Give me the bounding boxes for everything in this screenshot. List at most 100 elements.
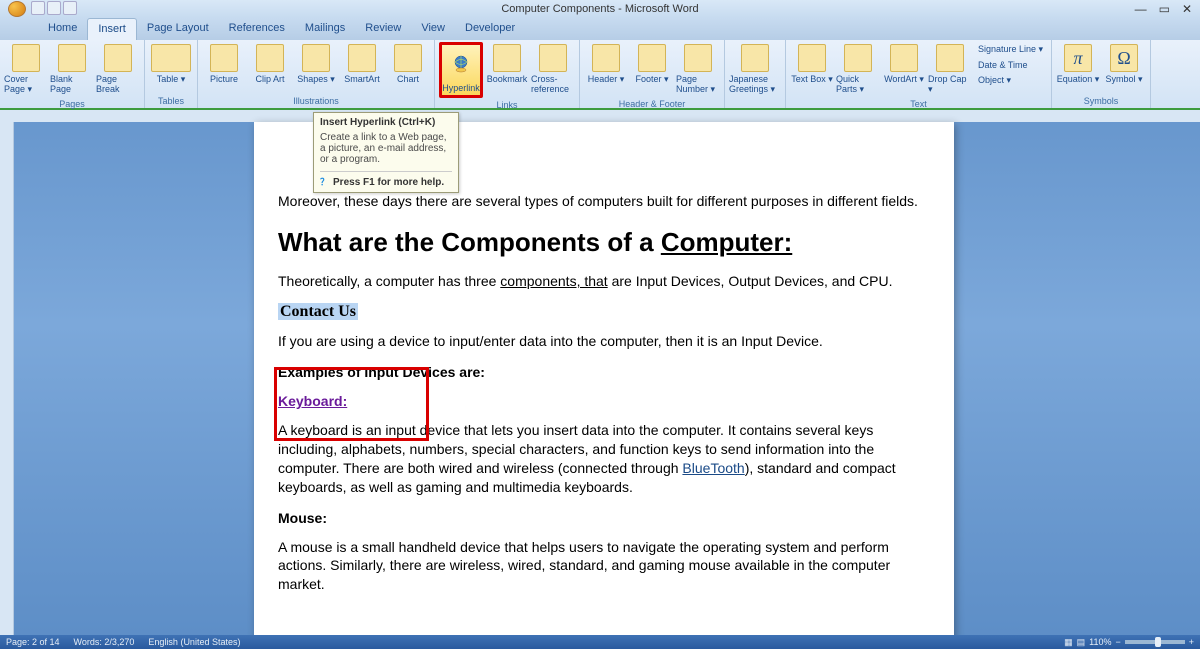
tab-review[interactable]: Review	[355, 18, 411, 40]
zoom-slider[interactable]	[1125, 640, 1185, 644]
shapes-button[interactable]: Shapes ▾	[294, 42, 338, 87]
page-number-icon	[684, 44, 712, 72]
group-header-footer: Header ▾ Footer ▾ Page Number ▾ Header &…	[580, 40, 725, 108]
vertical-ruler[interactable]	[0, 122, 14, 635]
equation-button[interactable]: πEquation ▾	[1056, 42, 1100, 87]
bookmark-button[interactable]: Bookmark	[485, 42, 529, 86]
omega-icon: Ω	[1110, 44, 1138, 72]
group-pages: Cover Page ▾ Blank Page Page Break Pages	[0, 40, 145, 108]
chart-button[interactable]: Chart	[386, 42, 430, 86]
group-symbols-label: Symbols	[1084, 94, 1119, 108]
view-web-icon[interactable]: ▤	[1077, 637, 1086, 648]
pi-icon: π	[1064, 44, 1092, 72]
group-illustrations-label: Illustrations	[293, 94, 339, 108]
tab-page-layout[interactable]: Page Layout	[137, 18, 219, 40]
crossref-label: Cross-reference	[531, 74, 575, 94]
table-button[interactable]: Table ▾	[149, 42, 193, 87]
footer-icon	[638, 44, 666, 72]
view-print-layout-icon[interactable]: ▦	[1064, 637, 1073, 648]
status-zoom[interactable]: 110%	[1089, 637, 1111, 647]
textbox-label: Text Box ▾	[791, 74, 833, 85]
para-keyboard: A keyboard is an input device that lets …	[278, 421, 930, 497]
selected-text-contact-us[interactable]: Contact Us	[278, 303, 358, 320]
horizontal-ruler[interactable]	[0, 110, 1200, 122]
blank-page-label: Blank Page	[50, 74, 94, 94]
tab-home[interactable]: Home	[38, 18, 87, 40]
textbox-button[interactable]: Text Box ▾	[790, 42, 834, 87]
quickparts-icon	[844, 44, 872, 72]
ribbon-tabs: Home Insert Page Layout References Maili…	[0, 18, 1200, 40]
minimize-button[interactable]: —	[1135, 2, 1147, 16]
symbol-button[interactable]: Ω Symbol ▾	[1102, 42, 1146, 87]
group-symbols: πEquation ▾ Ω Symbol ▾ Symbols	[1052, 40, 1151, 108]
tab-view[interactable]: View	[411, 18, 455, 40]
close-button[interactable]: ✕	[1182, 2, 1192, 16]
crossref-button[interactable]: Cross-reference	[531, 42, 575, 96]
page-break-label: Page Break	[96, 74, 140, 94]
greetings-button[interactable]: Japanese Greetings ▾	[729, 42, 781, 97]
group-text: Text Box ▾ Quick Parts ▾ WordArt ▾ Drop …	[786, 40, 1052, 108]
date-time-button[interactable]: Date & Time	[974, 58, 1047, 72]
clipart-button[interactable]: Clip Art	[248, 42, 292, 86]
group-tables: Table ▾ Tables	[145, 40, 198, 108]
tooltip-insert-hyperlink: Insert Hyperlink (Ctrl+K) Create a link …	[313, 112, 459, 193]
document-page[interactable]: Moreover, these days there are several t…	[254, 122, 954, 642]
chart-label: Chart	[397, 74, 419, 84]
tab-references[interactable]: References	[219, 18, 295, 40]
table-label: Table ▾	[157, 74, 186, 85]
tab-insert[interactable]: Insert	[87, 18, 137, 40]
signature-line-button[interactable]: Signature Line ▾	[974, 42, 1047, 57]
blank-page-button[interactable]: Blank Page	[50, 42, 94, 96]
quickparts-button[interactable]: Quick Parts ▾	[836, 42, 880, 97]
globe-chain-icon	[444, 47, 478, 81]
smartart-button[interactable]: SmartArt	[340, 42, 384, 86]
link-bluetooth[interactable]: BlueTooth	[682, 460, 744, 476]
status-lang[interactable]: English (United States)	[148, 637, 240, 647]
wordart-label: WordArt ▾	[884, 74, 924, 85]
greetings-icon	[741, 44, 769, 72]
group-tables-label: Tables	[158, 94, 184, 108]
chart-icon	[394, 44, 422, 72]
link-keyboard[interactable]: Keyboard:	[278, 393, 347, 409]
shapes-icon	[302, 44, 330, 72]
crossref-icon	[539, 44, 567, 72]
symbol-label: Symbol ▾	[1106, 74, 1143, 85]
qat-redo-icon[interactable]	[63, 1, 77, 15]
office-button[interactable]	[8, 1, 26, 17]
zoom-out-button[interactable]: −	[1115, 637, 1120, 647]
heading-examples: Examples of Input Devices are:	[278, 363, 930, 382]
cover-page-button[interactable]: Cover Page ▾	[4, 42, 48, 97]
picture-label: Picture	[210, 74, 238, 84]
header-button[interactable]: Header ▾	[584, 42, 628, 87]
shapes-label: Shapes ▾	[297, 74, 335, 85]
page-break-button[interactable]: Page Break	[96, 42, 140, 96]
smartart-label: SmartArt	[344, 74, 380, 84]
status-page[interactable]: Page: 2 of 14	[6, 637, 60, 647]
zoom-in-button[interactable]: +	[1189, 637, 1194, 647]
para-theoretical: Theoretically, a computer has three comp…	[278, 272, 930, 291]
tab-developer[interactable]: Developer	[455, 18, 525, 40]
wordart-button[interactable]: WordArt ▾	[882, 42, 926, 87]
page-number-button[interactable]: Page Number ▾	[676, 42, 720, 97]
heading-mouse: Mouse:	[278, 509, 930, 528]
dropcap-label: Drop Cap ▾	[928, 74, 972, 95]
object-button[interactable]: Object ▾	[974, 73, 1047, 88]
maximize-button[interactable]: ▭	[1159, 2, 1170, 16]
tab-mailings[interactable]: Mailings	[295, 18, 355, 40]
page-icon	[12, 44, 40, 72]
qat-save-icon[interactable]	[31, 1, 45, 15]
group-pages-label: Pages	[59, 97, 85, 111]
qat-undo-icon[interactable]	[47, 1, 61, 15]
cover-page-label: Cover Page ▾	[4, 74, 48, 95]
hyperlink-button[interactable]: Hyperlink	[439, 42, 483, 98]
picture-button[interactable]: Picture	[202, 42, 246, 86]
group-hf-label: Header & Footer	[619, 97, 686, 111]
ribbon: Cover Page ▾ Blank Page Page Break Pages…	[0, 40, 1200, 110]
group-links: Hyperlink Bookmark Cross-reference Links	[435, 40, 580, 108]
dropcap-button[interactable]: Drop Cap ▾	[928, 42, 972, 97]
smartart-icon	[348, 44, 376, 72]
status-words[interactable]: Words: 2/3,270	[74, 637, 135, 647]
footer-button[interactable]: Footer ▾	[630, 42, 674, 87]
statusbar: Page: 2 of 14 Words: 2/3,270 English (Un…	[0, 635, 1200, 649]
hyperlink-label: Hyperlink	[442, 83, 480, 93]
